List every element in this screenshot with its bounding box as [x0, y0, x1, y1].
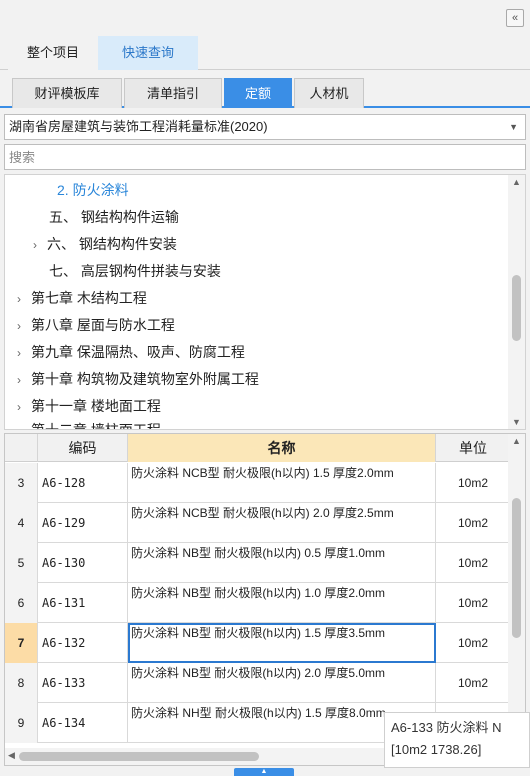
- row-code: A6-128: [38, 463, 128, 503]
- row-code: A6-131: [38, 583, 128, 623]
- table-row-selected[interactable]: 7 A6-132 防火涂料 NB型 耐火极限(h以内) 1.5 厚度3.5mm …: [5, 623, 510, 663]
- header-index: [5, 434, 38, 462]
- table-row[interactable]: 6 A6-131 防火涂料 NB型 耐火极限(h以内) 1.0 厚度2.0mm …: [5, 583, 510, 623]
- table-row[interactable]: 8 A6-133 防火涂料 NB型 耐火极限(h以内) 2.0 厚度5.0mm …: [5, 663, 510, 703]
- row-unit: 10m2: [457, 636, 489, 650]
- tree-item[interactable]: › 第七章 木结构工程: [17, 285, 147, 312]
- row-unit: 10m2: [457, 516, 489, 530]
- tree-item[interactable]: › 第十章 构筑物及建筑物室外附属工程: [17, 366, 259, 393]
- tab-whole-project[interactable]: 整个项目: [8, 36, 98, 70]
- tab-quick-query[interactable]: 快速查询: [98, 36, 198, 70]
- header-name[interactable]: 名称: [128, 434, 436, 462]
- tree-item[interactable]: › 六、 钢结构构件安装: [33, 231, 177, 258]
- tab-bill-guide[interactable]: 清单指引: [124, 78, 222, 108]
- chevron-right-icon[interactable]: ›: [33, 232, 47, 259]
- main-tab-bar: 整个项目 快速查询: [0, 36, 530, 70]
- chevron-right-icon[interactable]: ›: [17, 340, 31, 367]
- expand-panel-handle[interactable]: ▲: [234, 768, 294, 776]
- table-header: 编码 名称 单位: [5, 434, 510, 462]
- row-name[interactable]: 防火涂料 NB型 耐火极限(h以内) 1.5 厚度3.5mm: [128, 623, 436, 663]
- row-name: 防火涂料 NB型 耐火极限(h以内) 0.5 厚度1.0mm: [128, 543, 436, 583]
- table-vertical-scrollbar[interactable]: ▲: [508, 434, 525, 748]
- row-name: 防火涂料 NCB型 耐火极限(h以内) 1.5 厚度2.0mm: [128, 463, 436, 503]
- row-index: 3: [5, 463, 38, 503]
- tree-item[interactable]: › 第八章 屋面与防水工程: [17, 312, 175, 339]
- tab-labor-material-machine[interactable]: 人材机: [294, 78, 364, 108]
- row-name: 防火涂料 NB型 耐火极限(h以内) 1.0 厚度2.0mm: [128, 583, 436, 623]
- tree-scroll-thumb[interactable]: [512, 275, 521, 341]
- row-name: 防火涂料 NCB型 耐火极限(h以内) 2.0 厚度2.5mm: [128, 503, 436, 543]
- double-chevron-left-icon: «: [511, 12, 519, 24]
- tree-item[interactable]: › 第九章 保温隔热、吸声、防腐工程: [17, 339, 245, 366]
- standard-dropdown[interactable]: 湖南省房屋建筑与装饰工程消耗量标准(2020) ▼: [4, 114, 526, 140]
- row-index: 4: [5, 503, 38, 543]
- standard-dropdown-value: 湖南省房屋建筑与装饰工程消耗量标准(2020): [9, 119, 268, 134]
- tab-quota[interactable]: 定额: [224, 78, 292, 108]
- tree-item[interactable]: 七、 高层钢构件拼装与安装: [49, 258, 221, 285]
- row-unit: 10m2: [457, 556, 489, 570]
- row-code: A6-132: [38, 623, 128, 663]
- header-code[interactable]: 编码: [38, 434, 128, 462]
- row-tooltip: A6-133 防火涂料 N [10m2 1738.26]: [384, 712, 530, 768]
- collapse-panel-button[interactable]: «: [506, 9, 524, 27]
- row-unit: 10m2: [457, 676, 489, 690]
- chevron-right-icon[interactable]: ›: [17, 286, 31, 313]
- table-row[interactable]: 3 A6-128 防火涂料 NCB型 耐火极限(h以内) 1.5 厚度2.0mm…: [5, 463, 510, 503]
- top-toolbar: «: [0, 0, 530, 36]
- row-index: 7: [5, 623, 38, 663]
- scroll-left-icon[interactable]: ◀: [8, 750, 15, 761]
- table-scroll-thumb[interactable]: [512, 498, 521, 638]
- row-index: 8: [5, 663, 38, 703]
- row-code: A6-129: [38, 503, 128, 543]
- scroll-down-icon[interactable]: ▼: [512, 417, 521, 427]
- tab-cost-template-library[interactable]: 财评模板库: [12, 78, 122, 108]
- tree-scrollbar[interactable]: ▲ ▼: [508, 175, 525, 429]
- row-index: 5: [5, 543, 38, 583]
- row-index: 9: [5, 703, 38, 743]
- tree-item[interactable]: ›第十二章 墙柱面工程: [17, 417, 161, 429]
- quota-chapter-tree: 2. 防火涂料 五、 钢结构构件运输 › 六、 钢结构构件安装 七、 高层钢构件拼…: [4, 174, 526, 430]
- row-code: A6-133: [38, 663, 128, 703]
- chevron-right-icon[interactable]: ›: [17, 313, 31, 340]
- row-name: 防火涂料 NB型 耐火极限(h以内) 2.0 厚度5.0mm: [128, 663, 436, 703]
- scroll-up-icon[interactable]: ▲: [512, 177, 521, 187]
- sub-tab-bar: 财评模板库 清单指引 定额 人材机: [0, 76, 530, 108]
- table-row[interactable]: 5 A6-130 防火涂料 NB型 耐火极限(h以内) 0.5 厚度1.0mm …: [5, 543, 510, 583]
- tooltip-title: A6-133 防火涂料 N: [391, 720, 502, 735]
- search-input[interactable]: [4, 144, 526, 170]
- chevron-right-icon[interactable]: ›: [17, 418, 31, 429]
- table-hscroll-thumb[interactable]: [19, 752, 259, 761]
- header-unit[interactable]: 单位: [436, 434, 510, 462]
- tree-item[interactable]: 五、 钢结构构件运输: [49, 204, 179, 231]
- scroll-up-icon[interactable]: ▲: [512, 436, 521, 446]
- chevron-up-icon: ▲: [260, 768, 268, 775]
- tooltip-price: [10m2 1738.26]: [391, 742, 482, 757]
- table-row[interactable]: 4 A6-129 防火涂料 NCB型 耐火极限(h以内) 2.0 厚度2.5mm…: [5, 503, 510, 543]
- tree-item[interactable]: › 第十一章 楼地面工程: [17, 393, 161, 420]
- chevron-right-icon[interactable]: ›: [17, 367, 31, 394]
- row-unit: 10m2: [457, 596, 489, 610]
- dropdown-arrow-icon: ▼: [509, 122, 518, 132]
- row-index: 6: [5, 583, 38, 623]
- row-code: A6-134: [38, 703, 128, 743]
- tree-item[interactable]: 2. 防火涂料: [57, 177, 129, 204]
- row-unit: 10m2: [457, 476, 489, 490]
- row-code: A6-130: [38, 543, 128, 583]
